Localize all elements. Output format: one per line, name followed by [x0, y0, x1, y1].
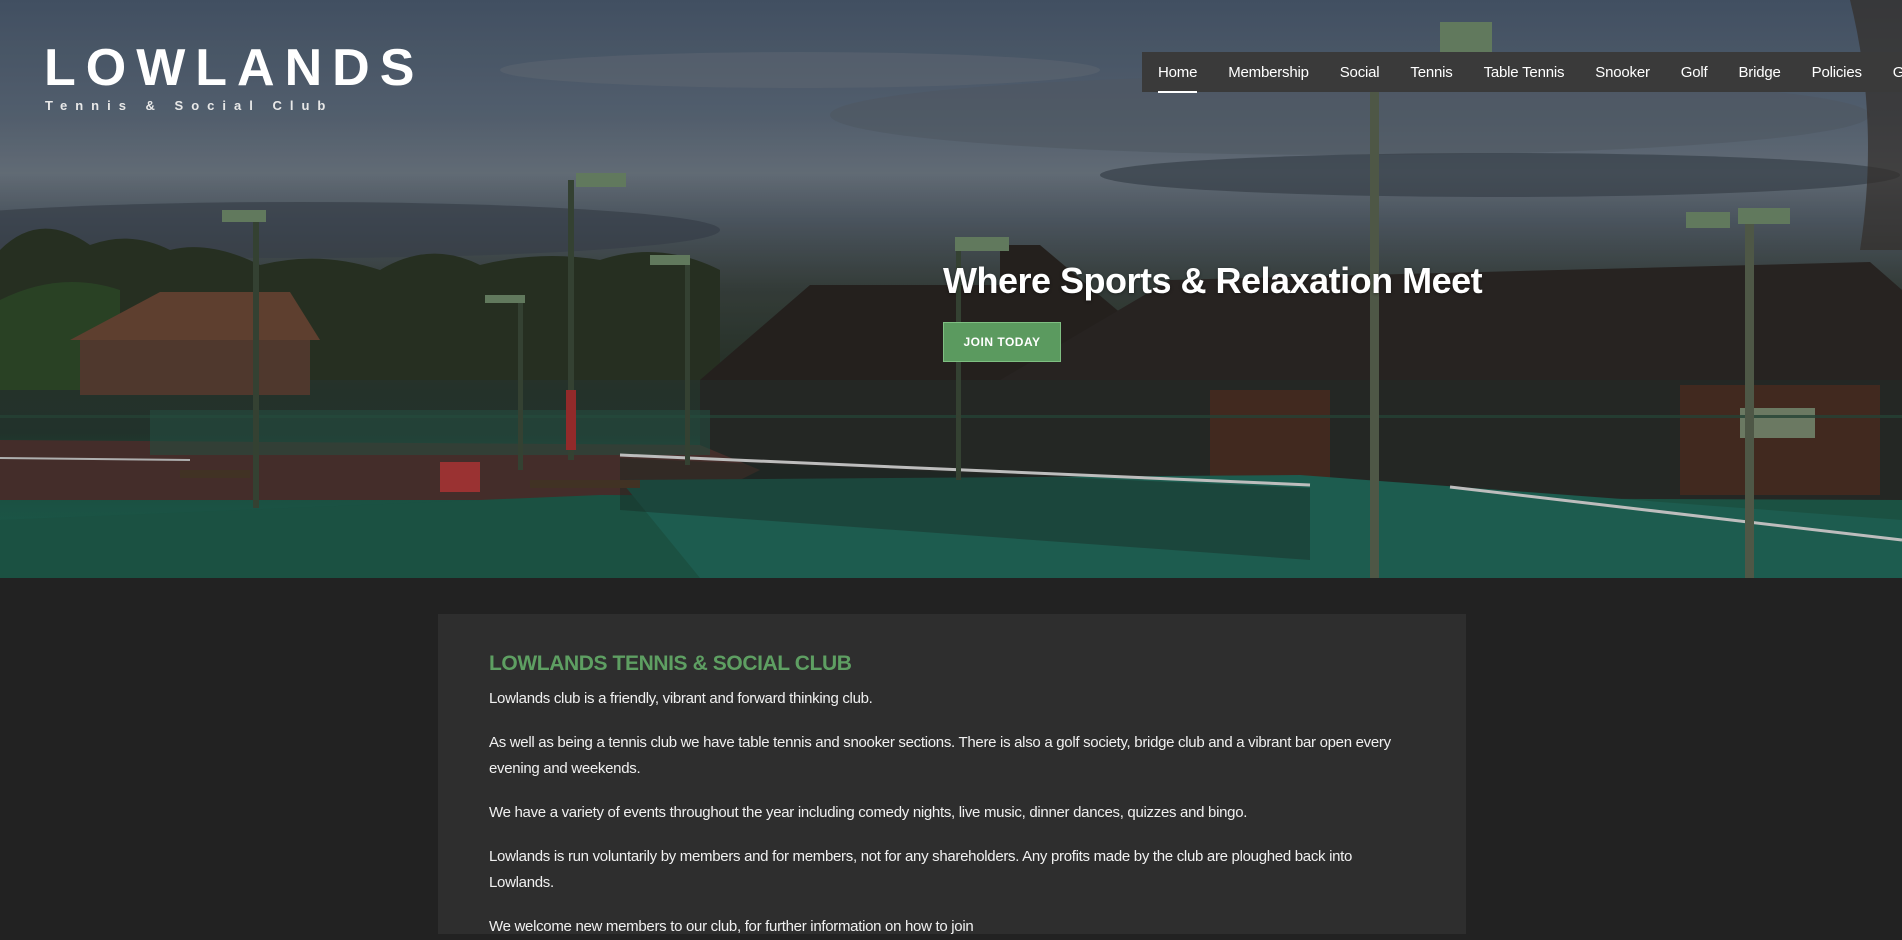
hero-heading: Where Sports & Relaxation Meet: [943, 260, 1483, 301]
nav-item-bridge[interactable]: Bridge: [1739, 64, 1781, 81]
intro-paragraph: Lowlands club is a friendly, vibrant and…: [489, 690, 873, 707]
nav-item-home[interactable]: Home: [1158, 64, 1198, 93]
site-logo[interactable]: LOWLANDS Tennis & Social Club: [44, 40, 424, 113]
welcome-paragraph: We welcome new members to our club, for …: [489, 918, 974, 935]
join-today-button[interactable]: JOIN TODAY: [943, 322, 1061, 362]
nav-item-table-tennis[interactable]: Table Tennis: [1484, 64, 1565, 81]
nav-item-policies[interactable]: Policies: [1812, 64, 1862, 81]
sections-paragraph: As well as being a tennis club we have t…: [489, 734, 1391, 777]
nav-item-golf[interactable]: Golf: [1681, 64, 1708, 81]
events-paragraph: We have a variety of events throughout t…: [489, 804, 1248, 821]
logo-title: LOWLANDS: [44, 39, 425, 97]
nav-item-snooker[interactable]: Snooker: [1595, 64, 1650, 81]
nav-item-tennis[interactable]: Tennis: [1410, 64, 1452, 81]
club-heading: LOWLANDS TENNIS & SOCIAL CLUB: [489, 652, 852, 675]
logo-subtitle: Tennis & Social Club: [45, 98, 334, 113]
nav-item-social[interactable]: Social: [1340, 64, 1380, 81]
nav-item-membership[interactable]: Membership: [1228, 64, 1309, 81]
voluntary-paragraph: Lowlands is run voluntarily by members a…: [489, 848, 1353, 891]
main-nav: Home Membership Social Tennis Table Tenn…: [1142, 52, 1902, 93]
nav-item-gallery[interactable]: Gallery: [1893, 64, 1902, 81]
intro-card: LOWLANDS TENNIS & SOCIAL CLUB Lowlands c…: [438, 614, 1466, 935]
